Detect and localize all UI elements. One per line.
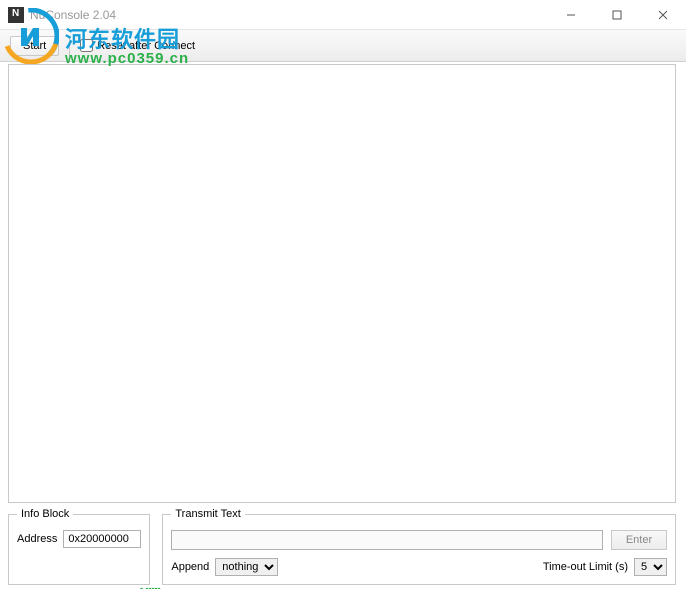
bottom-strip: - ----- (0, 587, 686, 593)
start-button[interactable]: Start (10, 36, 59, 56)
close-button[interactable] (640, 0, 686, 30)
window-controls (548, 0, 686, 30)
transmit-input[interactable] (171, 530, 603, 550)
timeout-select[interactable]: 5 (634, 558, 667, 576)
address-label: Address (17, 533, 57, 545)
info-block-group: Info Block Address (8, 508, 150, 585)
info-block-legend: Info Block (17, 508, 73, 520)
bottom-panels: Info Block Address Transmit Text Enter A… (8, 508, 676, 585)
timeout-label: Time-out Limit (s) (543, 561, 628, 573)
window-title: NuConsole 2.04 (30, 8, 116, 22)
reset-checkbox[interactable] (80, 39, 93, 52)
titlebar: NuConsole 2.04 (0, 0, 686, 30)
reset-after-connect-option[interactable]: Reset after Connect (80, 39, 195, 52)
minimize-button[interactable] (548, 0, 594, 30)
toolbar: Start Reset after Connect (0, 30, 686, 62)
bottom-mark: - ----- (140, 583, 160, 593)
append-select[interactable]: nothing (215, 558, 278, 576)
maximize-button[interactable] (594, 0, 640, 30)
append-label: Append (171, 561, 209, 573)
transmit-legend: Transmit Text (171, 508, 244, 520)
transmit-text-group: Transmit Text Enter Append nothing Time-… (162, 508, 676, 585)
console-output[interactable] (8, 64, 676, 503)
toolbar-separator (69, 36, 70, 56)
enter-button[interactable]: Enter (611, 530, 667, 550)
address-input[interactable] (63, 530, 141, 548)
app-icon (8, 7, 24, 23)
reset-label: Reset after Connect (97, 40, 195, 52)
